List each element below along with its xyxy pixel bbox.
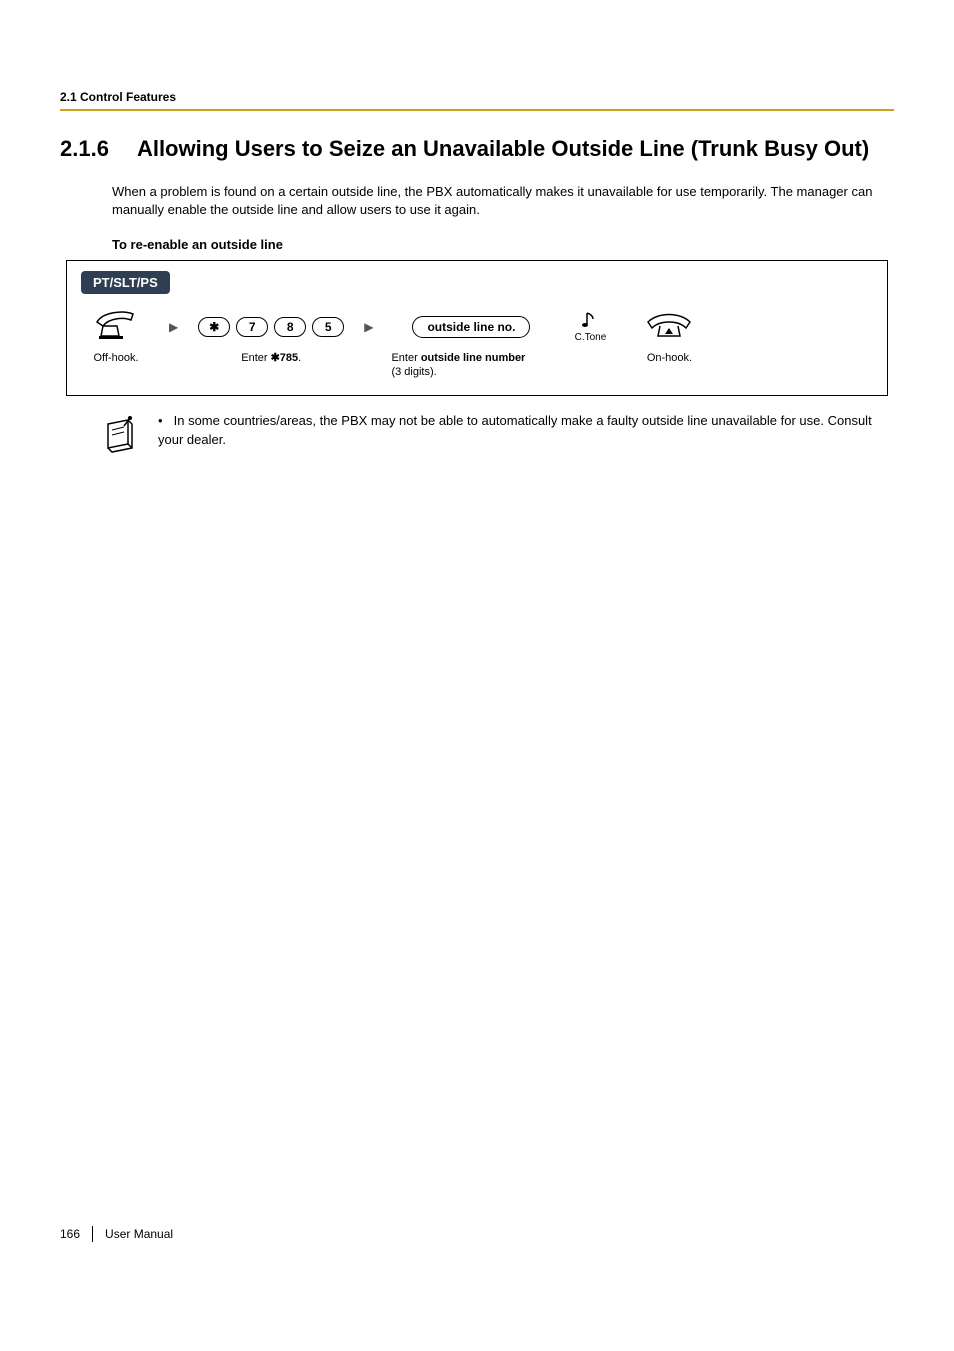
outside-line-label: Enter outside line number (3 digits).: [391, 352, 551, 380]
step-onhook: On-hook.: [629, 308, 709, 366]
footer-label: User Manual: [105, 1227, 173, 1241]
offhook-label: Off-hook.: [81, 352, 151, 366]
key-7: 7: [236, 317, 268, 337]
ctone-label: C.Tone: [575, 333, 607, 343]
note-content: In some countries/areas, the PBX may not…: [158, 413, 872, 446]
note-row: • In some countries/areas, the PBX may n…: [60, 412, 894, 459]
outside-label-line2: (3 digits).: [391, 366, 436, 378]
footer-separator: [92, 1226, 93, 1242]
divider-gold: [60, 109, 894, 111]
enter-785-code: ✱785: [271, 352, 299, 364]
step-enter-785: ✱ 7 8 5 Enter ✱785.: [196, 308, 346, 366]
arrow-icon: ▶: [364, 308, 373, 346]
note-icon: [100, 412, 140, 459]
intro-paragraph: When a problem is found on a certain out…: [112, 183, 894, 219]
tone-icon: [581, 310, 599, 333]
onhook-label: On-hook.: [629, 352, 709, 366]
sub-heading: To re-enable an outside line: [112, 237, 894, 252]
arrow-icon: ▶: [169, 308, 178, 346]
enter-785-label: Enter ✱785.: [196, 352, 346, 366]
offhook-icon: [93, 308, 139, 345]
enter-785-suffix: .: [298, 352, 301, 364]
step-ctone: C.Tone: [569, 308, 611, 352]
section-number: 2.1.6: [60, 135, 109, 163]
onhook-icon: [644, 310, 694, 343]
note-text: • In some countries/areas, the PBX may n…: [158, 412, 884, 459]
key-star: ✱: [198, 317, 230, 337]
running-head: 2.1 Control Features: [60, 90, 894, 109]
step-offhook: Off-hook.: [81, 308, 151, 366]
device-tab: PT/SLT/PS: [81, 271, 170, 294]
section-title: 2.1.6 Allowing Users to Seize an Unavail…: [60, 135, 894, 163]
step-outside-line: outside line no. Enter outside line numb…: [391, 308, 551, 380]
outside-line-field: outside line no.: [412, 316, 530, 338]
procedure-box: PT/SLT/PS Off-hook. ▶: [66, 260, 888, 397]
enter-785-prefix: Enter: [241, 352, 270, 364]
outside-label-bold: outside line number: [421, 352, 526, 364]
step-row: Off-hook. ▶ ✱ 7 8 5 Enter ✱785. ▶ out: [81, 308, 873, 380]
outside-label-prefix: Enter: [391, 352, 420, 364]
page-footer: 166 User Manual: [60, 1226, 173, 1242]
key-8: 8: [274, 317, 306, 337]
section-text: Allowing Users to Seize an Unavailable O…: [137, 135, 894, 163]
page-number: 166: [60, 1227, 80, 1241]
key-5: 5: [312, 317, 344, 337]
